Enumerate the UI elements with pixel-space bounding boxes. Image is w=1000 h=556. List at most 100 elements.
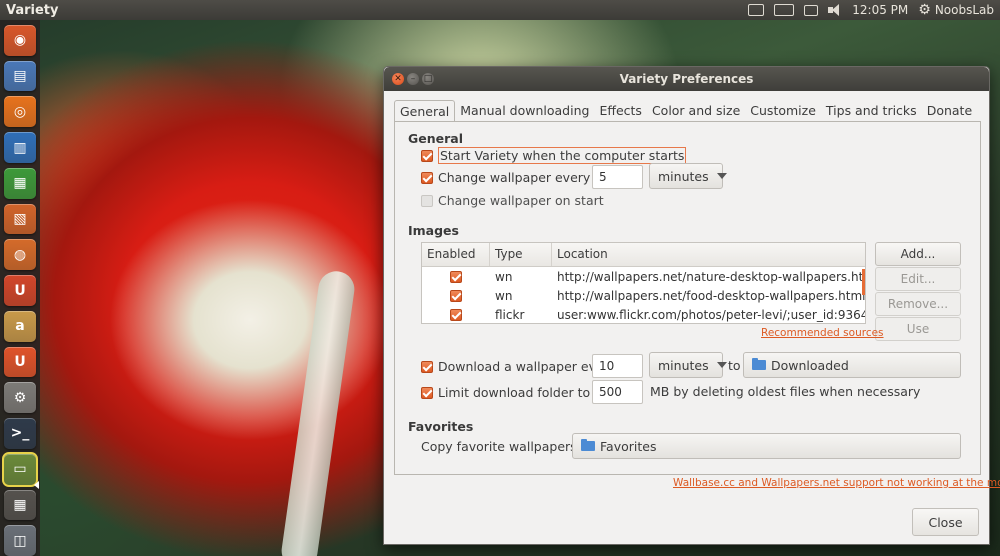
enabled-cell: [422, 289, 490, 302]
add-source-button[interactable]: Add...: [875, 242, 961, 266]
tab-color-and-size[interactable]: Color and size: [646, 100, 746, 122]
battery-icon[interactable]: [774, 4, 795, 16]
launcher-dash-icon[interactable]: ◉: [4, 25, 36, 56]
launcher-trash-icon[interactable]: ◫: [4, 525, 36, 556]
mail-icon[interactable]: [804, 4, 819, 16]
favorites-folder-name: Favorites: [600, 438, 657, 454]
download-folder-chooser[interactable]: Downloaded: [743, 352, 961, 378]
window-minimize-icon[interactable]: –: [407, 73, 419, 85]
launcher-firefox-icon[interactable]: ◎: [4, 96, 36, 128]
service-notice-link[interactable]: Wallbase.cc and Wallpapers.net support n…: [673, 477, 1000, 489]
chevron-down-icon: [716, 173, 727, 179]
launcher-terminal-icon[interactable]: >_: [4, 418, 36, 449]
volume-icon[interactable]: [828, 4, 842, 16]
section-images-heading: Images: [408, 223, 459, 238]
column-enabled[interactable]: Enabled: [422, 243, 490, 266]
favorites-folder-chooser[interactable]: Favorites: [572, 433, 961, 459]
launcher-files-icon[interactable]: ▤: [4, 60, 36, 92]
column-type[interactable]: Type: [490, 243, 552, 266]
source-enabled-checkbox[interactable]: [450, 270, 462, 283]
change-interval-input[interactable]: 5: [592, 165, 643, 189]
active-app-indicator: [34, 481, 39, 489]
download-every-checkbox[interactable]: [421, 360, 433, 373]
launcher: ◉ ▤ ◎ ▥ ▦ ▧ ◍ Ua U ⚙ >_ ▭ ▦ ◫: [0, 20, 40, 556]
source-enabled-checkbox[interactable]: [450, 308, 462, 321]
dialog-titlebar[interactable]: ✕ – □ Variety Preferences: [384, 67, 989, 91]
to-label: to: [728, 358, 741, 373]
tab-manual-downloading[interactable]: Manual downloading: [455, 100, 595, 122]
limit-size-suffix: MB by deleting oldest files when necessa…: [650, 384, 921, 399]
table-row[interactable]: wn http://wallpapers.net/food-desktop-wa…: [422, 286, 865, 305]
indicator-area: 12:05 PM ⚙ NoobsLab: [748, 0, 994, 20]
remove-source-button[interactable]: Remove...: [875, 292, 961, 316]
start-on-boot-row[interactable]: Start Variety when the computer starts: [421, 147, 687, 164]
change-every-label[interactable]: Change wallpaper every: [438, 170, 590, 185]
download-every-label[interactable]: Download a wallpaper every: [438, 359, 616, 374]
launcher-variety-icon[interactable]: ▭: [2, 451, 38, 487]
column-location[interactable]: Location: [552, 243, 865, 266]
download-interval-input[interactable]: 10: [592, 354, 643, 378]
type-cell: flickr: [495, 307, 525, 322]
section-general-heading: General: [408, 131, 463, 146]
enabled-cell: [422, 308, 490, 321]
tab-effects[interactable]: Effects: [594, 100, 647, 122]
chevron-down-icon: [716, 362, 727, 368]
source-enabled-checkbox[interactable]: [450, 289, 462, 302]
limit-folder-row[interactable]: Limit download folder to: [421, 385, 590, 400]
change-on-start-checkbox[interactable]: [421, 194, 433, 207]
flower-stem: [279, 268, 357, 556]
limit-folder-checkbox[interactable]: [421, 386, 433, 399]
tab-donate[interactable]: Donate: [921, 100, 978, 122]
clock[interactable]: 12:05 PM: [852, 3, 908, 17]
limit-size-input[interactable]: 500: [592, 380, 643, 404]
type-cell: wn: [495, 269, 513, 284]
use-source-button[interactable]: Use: [875, 317, 961, 341]
change-on-start-label[interactable]: Change wallpaper on start: [438, 193, 604, 208]
image-sources-table[interactable]: Enabled Type Location wn http://wallpape…: [421, 242, 866, 324]
table-header: Enabled Type Location: [422, 243, 865, 267]
vertical-scrollbar[interactable]: [862, 269, 865, 295]
table-row[interactable]: flickr user:www.flickr.com/photos/peter-…: [422, 305, 865, 323]
start-on-boot-checkbox[interactable]: [421, 149, 433, 162]
change-interval-unit-select[interactable]: minutes: [649, 163, 727, 189]
download-folder-name: Downloaded: [771, 357, 849, 373]
change-every-checkbox[interactable]: [421, 171, 433, 184]
enabled-cell: [422, 270, 490, 283]
close-button[interactable]: Close: [912, 508, 979, 536]
launcher-calc-icon[interactable]: ▦: [4, 167, 36, 199]
download-every-row[interactable]: Download a wallpaper every: [421, 359, 616, 374]
recommended-sources-link[interactable]: Recommended sources: [761, 327, 884, 339]
edit-source-button[interactable]: Edit...: [875, 267, 961, 291]
change-every-row[interactable]: Change wallpaper every: [421, 170, 590, 185]
launcher-ubuntu-one-2-icon[interactable]: U: [4, 346, 36, 378]
active-app-title: Variety: [6, 2, 59, 18]
user-name[interactable]: NoobsLab: [935, 3, 994, 17]
keyboard-indicator-icon[interactable]: [748, 4, 765, 16]
preferences-dialog: ✕ – □ Variety Preferences General Manual…: [383, 66, 1000, 545]
change-interval-unit-value: minutes: [658, 168, 709, 184]
start-on-boot-label[interactable]: Start Variety when the computer starts: [438, 147, 687, 164]
change-on-start-row[interactable]: Change wallpaper on start: [421, 193, 604, 208]
folder-icon: [752, 358, 766, 370]
launcher-software-center-icon[interactable]: ◍: [4, 239, 36, 271]
window-maximize-icon[interactable]: □: [422, 73, 434, 85]
tab-customize[interactable]: Customize: [745, 100, 821, 122]
launcher-writer-icon[interactable]: ▥: [4, 132, 36, 163]
launcher-ubuntu-one-icon[interactable]: U: [4, 275, 36, 306]
launcher-amazon-icon[interactable]: a: [4, 310, 36, 342]
session-gear-icon[interactable]: ⚙: [918, 2, 931, 18]
launcher-workspaces-icon[interactable]: ▦: [4, 489, 36, 521]
tab-tips-and-tricks[interactable]: Tips and tricks: [820, 100, 922, 122]
tab-general[interactable]: General: [394, 100, 456, 122]
folder-icon: [581, 439, 595, 451]
launcher-impress-icon[interactable]: ▧: [4, 203, 36, 235]
window-close-icon[interactable]: ✕: [392, 73, 404, 85]
tab-bar: General Manual downloading Effects Color…: [394, 100, 978, 122]
table-row[interactable]: wn http://wallpapers.net/nature-desktop-…: [422, 267, 865, 286]
download-interval-unit-select[interactable]: minutes: [649, 352, 727, 378]
launcher-settings-icon[interactable]: ⚙: [4, 382, 36, 414]
copy-favorites-label: Copy favorite wallpapers to: [421, 439, 594, 454]
download-interval-unit-value: minutes: [658, 357, 709, 373]
limit-folder-label[interactable]: Limit download folder to: [438, 385, 590, 400]
location-cell: user:www.flickr.com/photos/peter-levi/;u…: [557, 307, 865, 322]
